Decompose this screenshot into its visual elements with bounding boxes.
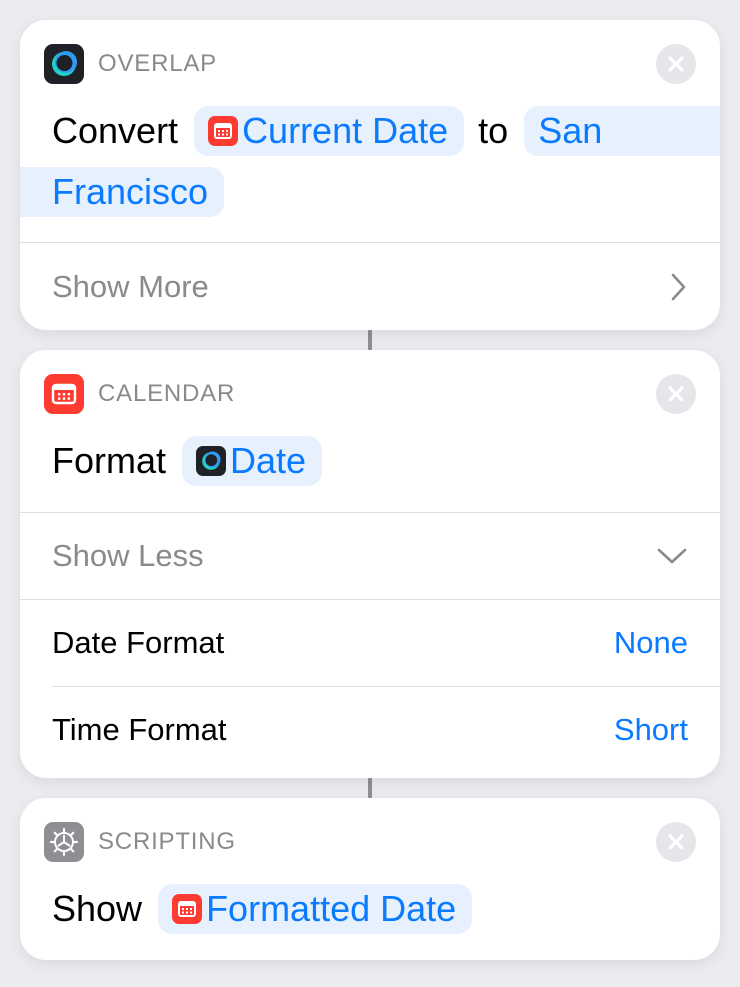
app-category-label: OVERLAP	[98, 50, 217, 77]
token-label: Current Date	[242, 110, 449, 151]
show-more-label: Show More	[52, 268, 209, 304]
parameter-token-location-continued[interactable]: Francisco	[20, 167, 225, 217]
remove-action-button[interactable]	[656, 374, 696, 414]
parameter-label: Date Format	[52, 625, 225, 660]
overlap-icon	[196, 446, 227, 476]
gear-app-icon	[44, 822, 84, 862]
action-card-show-result[interactable]: SCRIPTING Show Formatted Date	[20, 798, 720, 960]
action-verb: Show	[52, 888, 143, 929]
remove-action-button[interactable]	[656, 44, 696, 84]
parameter-label: Time Format	[52, 712, 227, 747]
variable-token-date[interactable]: Date	[182, 436, 323, 486]
action-card-convert[interactable]: OVERLAP Convert Current Date to San Fran…	[20, 20, 720, 330]
parameter-value[interactable]: Short	[614, 712, 688, 748]
action-header: OVERLAP	[44, 44, 217, 84]
overlap-app-icon	[44, 44, 84, 84]
token-label: Formatted Date	[206, 888, 457, 929]
action-verb: Format	[52, 440, 167, 481]
chevron-right-icon	[671, 273, 686, 300]
action-connector-line	[368, 778, 372, 798]
action-header: SCRIPTING	[44, 822, 236, 862]
show-less-row[interactable]: Show Less	[52, 513, 688, 599]
parameter-row-date-format[interactable]: Date Format None	[52, 600, 688, 686]
close-icon	[668, 56, 684, 72]
action-header: CALENDAR	[44, 374, 235, 414]
show-more-row[interactable]: Show More	[52, 243, 688, 330]
action-verb: Convert	[52, 110, 179, 151]
close-icon	[668, 386, 684, 402]
calendar-app-icon	[44, 374, 84, 414]
token-label: San	[538, 110, 603, 151]
variable-token-current-date[interactable]: Current Date	[194, 106, 465, 156]
token-label: Date	[230, 440, 307, 481]
show-less-label: Show Less	[52, 538, 204, 573]
parameter-value[interactable]: None	[614, 625, 688, 661]
action-sentence: Format Date	[20, 434, 720, 488]
app-category-label: SCRIPTING	[98, 828, 236, 855]
action-sentence: Show Formatted Date	[20, 882, 720, 936]
action-sentence: Convert Current Date to San Francisco	[20, 104, 720, 219]
app-category-label: CALENDAR	[98, 380, 236, 407]
action-connector-line	[368, 330, 372, 350]
connector-word: to	[478, 110, 509, 151]
calendar-icon	[172, 894, 203, 924]
parameter-row-time-format[interactable]: Time Format Short	[52, 687, 688, 773]
parameter-token-location[interactable]: San	[524, 106, 720, 156]
remove-action-button[interactable]	[656, 822, 696, 862]
chevron-down-icon	[657, 548, 687, 564]
action-card-format-date[interactable]: CALENDAR Format Date Show Less Date Form…	[20, 350, 720, 778]
variable-token-formatted-date[interactable]: Formatted Date	[158, 884, 473, 934]
close-icon	[668, 834, 684, 850]
token-label: Francisco	[52, 171, 209, 212]
calendar-icon	[208, 116, 239, 146]
